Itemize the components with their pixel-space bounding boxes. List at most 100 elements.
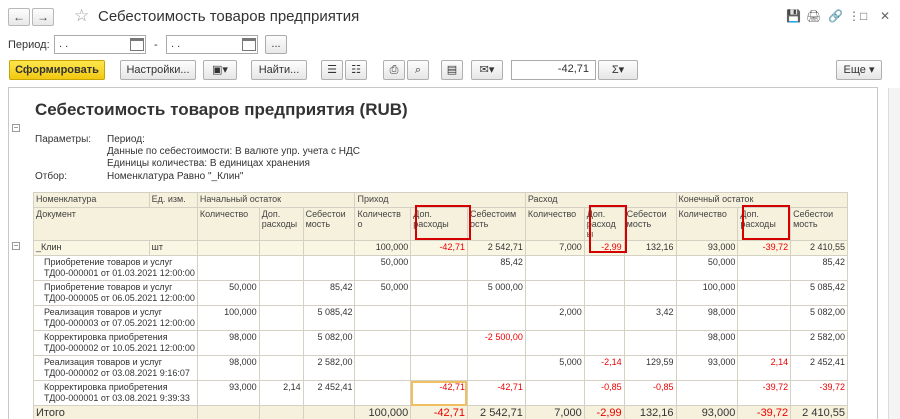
- cell[interactable]: 5 082,00: [302, 330, 356, 356]
- document-cell[interactable]: Приобретение товаров и услуг ТД00-000001 …: [33, 255, 198, 281]
- cell[interactable]: 5 085,42: [790, 280, 848, 306]
- cell[interactable]: [410, 305, 468, 331]
- cell[interactable]: -2 500,00: [466, 330, 526, 356]
- cell[interactable]: 85,42: [466, 255, 526, 281]
- cell[interactable]: [623, 280, 677, 306]
- expand-groups-icon[interactable]: ☰: [321, 60, 343, 80]
- cell[interactable]: 98,000: [196, 355, 260, 381]
- print-icon[interactable]: ⎙: [383, 60, 405, 80]
- cell[interactable]: [524, 280, 585, 306]
- table-row[interactable]: Реализация товаров и услуг ТД00-000002 от…: [33, 355, 848, 381]
- print-icon[interactable]: 🖨: [806, 9, 821, 23]
- cell[interactable]: [410, 355, 468, 381]
- cell[interactable]: [524, 380, 585, 406]
- calendar-icon[interactable]: [130, 38, 144, 51]
- variant-menu-button[interactable]: ▣▾: [203, 60, 237, 80]
- cell[interactable]: [410, 255, 468, 281]
- favorite-star-icon[interactable]: ☆: [74, 6, 89, 26]
- group-row[interactable]: _Клин шт 100,000 -42,71 2 542,71 7,000 -…: [33, 240, 848, 256]
- cell[interactable]: 85,42: [302, 280, 356, 306]
- cell[interactable]: [583, 255, 625, 281]
- collapse-groups-icon[interactable]: ☷: [345, 60, 367, 80]
- cell[interactable]: 2 452,41: [302, 380, 356, 406]
- cell[interactable]: 50,000: [196, 280, 260, 306]
- collapse-icon[interactable]: −: [12, 242, 20, 250]
- cell[interactable]: [354, 330, 412, 356]
- cell[interactable]: [737, 330, 792, 356]
- cell[interactable]: [354, 380, 412, 406]
- cell[interactable]: 2 582,00: [302, 355, 356, 381]
- cell[interactable]: -39,72: [790, 380, 848, 406]
- generate-button[interactable]: Сформировать: [9, 60, 105, 80]
- save-icon[interactable]: 💾: [786, 9, 801, 23]
- find-button[interactable]: Найти...: [251, 60, 307, 80]
- settings-button[interactable]: Настройки...: [120, 60, 196, 80]
- cell[interactable]: [354, 305, 412, 331]
- cell[interactable]: 98,000: [196, 330, 260, 356]
- more-menu-icon[interactable]: ⋮: [848, 9, 860, 23]
- table-row[interactable]: Корректировка приобретения ТД00-000001 от…: [33, 380, 848, 406]
- cell[interactable]: 93,000: [675, 355, 739, 381]
- cell[interactable]: 129,59: [623, 355, 677, 381]
- maximize-icon[interactable]: □: [860, 9, 867, 23]
- cell[interactable]: [466, 305, 526, 331]
- cell[interactable]: [737, 255, 792, 281]
- cell[interactable]: [410, 280, 468, 306]
- cell[interactable]: [302, 255, 356, 281]
- cell[interactable]: 2,14: [737, 355, 792, 381]
- cell[interactable]: [410, 330, 468, 356]
- preview-icon[interactable]: ⌕: [407, 60, 429, 80]
- calendar-icon[interactable]: [242, 38, 256, 51]
- cell[interactable]: [258, 330, 304, 356]
- cell[interactable]: 5,000: [524, 355, 585, 381]
- cell[interactable]: [675, 380, 739, 406]
- cell[interactable]: 85,42: [790, 255, 848, 281]
- sum-mode-button[interactable]: Σ▾: [598, 60, 638, 80]
- cell[interactable]: 2,000: [524, 305, 585, 331]
- cell[interactable]: 98,000: [675, 305, 739, 331]
- cell[interactable]: -0,85: [583, 380, 625, 406]
- cell[interactable]: -0,85: [623, 380, 677, 406]
- cell[interactable]: [583, 305, 625, 331]
- cell[interactable]: 50,000: [675, 255, 739, 281]
- save-icon[interactable]: ▤: [441, 60, 463, 80]
- document-cell[interactable]: Реализация товаров и услуг ТД00-000003 от…: [33, 305, 198, 331]
- cell[interactable]: -42,71: [410, 380, 468, 406]
- cell[interactable]: 3,42: [623, 305, 677, 331]
- table-row[interactable]: Корректировка приобретения ТД00-000002 от…: [33, 330, 848, 356]
- cell[interactable]: 100,000: [196, 305, 260, 331]
- link-icon[interactable]: 🔗: [828, 9, 843, 23]
- cell[interactable]: 50,000: [354, 280, 412, 306]
- document-cell[interactable]: Корректировка приобретения ТД00-000002 от…: [33, 330, 198, 356]
- cell[interactable]: [196, 255, 260, 281]
- cell[interactable]: [623, 330, 677, 356]
- more-button[interactable]: Еще ▾: [836, 60, 882, 80]
- cell[interactable]: [354, 355, 412, 381]
- cell[interactable]: -39,72: [737, 380, 792, 406]
- cell[interactable]: 100,000: [675, 280, 739, 306]
- collapse-icon[interactable]: −: [12, 124, 20, 132]
- period-select-button[interactable]: ...: [265, 35, 287, 54]
- document-cell[interactable]: Корректировка приобретения ТД00-000001 от…: [33, 380, 198, 406]
- cell[interactable]: [258, 255, 304, 281]
- cell[interactable]: -42,71: [466, 380, 526, 406]
- cell[interactable]: [258, 305, 304, 331]
- cell[interactable]: 93,000: [196, 380, 260, 406]
- document-cell[interactable]: Приобретение товаров и услуг ТД00-000005 …: [33, 280, 198, 306]
- close-icon[interactable]: ✕: [880, 9, 890, 23]
- cell[interactable]: -2,14: [583, 355, 625, 381]
- cell[interactable]: 2,14: [258, 380, 304, 406]
- vertical-scrollbar[interactable]: [888, 88, 900, 419]
- cell[interactable]: 2 582,00: [790, 330, 848, 356]
- cell[interactable]: [583, 330, 625, 356]
- cell[interactable]: [466, 355, 526, 381]
- cell[interactable]: 98,000: [675, 330, 739, 356]
- cell[interactable]: 5 085,42: [302, 305, 356, 331]
- cell[interactable]: [623, 255, 677, 281]
- cell[interactable]: [583, 280, 625, 306]
- cell[interactable]: 5 082,00: [790, 305, 848, 331]
- cell[interactable]: [524, 330, 585, 356]
- mail-icon[interactable]: ✉▾: [471, 60, 503, 80]
- cell[interactable]: [524, 255, 585, 281]
- cell[interactable]: [258, 355, 304, 381]
